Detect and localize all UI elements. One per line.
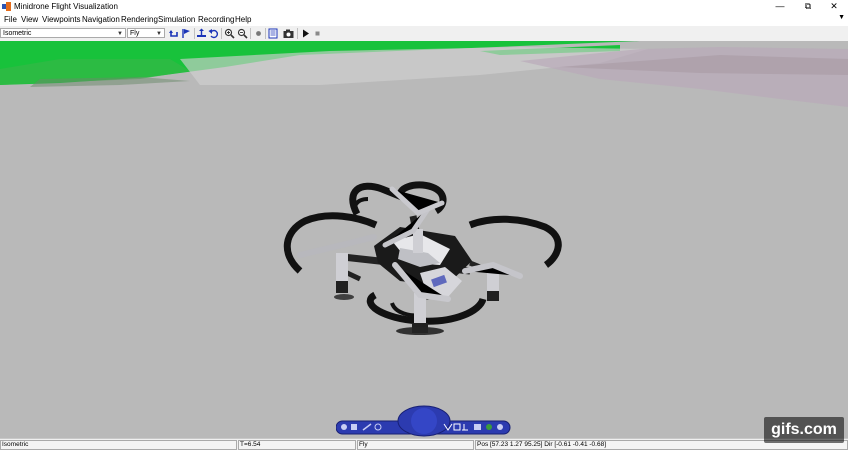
nav-delete-icon[interactable]	[351, 424, 357, 430]
menu-help[interactable]: Help	[235, 15, 251, 24]
viewpoint-select-value: Isometric	[3, 30, 32, 37]
dropdown-arrow-icon: ▼	[156, 31, 162, 37]
play-icon[interactable]	[300, 28, 311, 39]
status-mode: Fly	[357, 440, 474, 450]
menu-recording[interactable]: Recording	[198, 15, 234, 24]
scene-canvas	[0, 41, 848, 335]
minimize-icon[interactable]: —	[766, 0, 794, 13]
watermark-logo: gifs.com	[764, 417, 844, 443]
help-icon[interactable]	[497, 424, 503, 430]
navigation-panel	[336, 405, 511, 437]
undo-icon[interactable]	[208, 28, 219, 39]
menu-navigation[interactable]: Navigation	[82, 15, 120, 24]
menu-viewpoints[interactable]: Viewpoints	[42, 15, 81, 24]
flag-icon[interactable]	[181, 28, 192, 39]
headlight-icon[interactable]	[253, 28, 264, 39]
straighten-icon[interactable]	[196, 28, 207, 39]
viewpoint-select[interactable]: Isometric ▼	[0, 28, 126, 38]
navigation-mode-select[interactable]: Fly ▼	[127, 28, 165, 38]
menu-file[interactable]: File	[4, 15, 17, 24]
nav-viewpoint-icon[interactable]	[486, 424, 492, 430]
navigation-mode-value: Fly	[130, 30, 140, 37]
restore-icon[interactable]: ⧉	[794, 0, 822, 13]
window-title: Minidrone Flight Visualization	[14, 2, 118, 11]
menu-bar: File View Viewpoints Navigation Renderin…	[0, 13, 848, 26]
nav-screen-icon[interactable]	[474, 424, 481, 430]
snapshot-icon[interactable]	[283, 28, 294, 39]
title-bar: Minidrone Flight Visualization — ⧉ ✕	[0, 0, 848, 13]
toolbar: Isometric ▼ Fly ▼	[0, 26, 848, 42]
minidrone-model	[283, 181, 562, 335]
menu-simulation[interactable]: Simulation	[158, 15, 195, 24]
status-viewpoint: Isometric	[0, 440, 237, 450]
record-icon[interactable]	[268, 28, 279, 39]
nav-left-icon[interactable]	[341, 424, 347, 430]
status-bar: Isometric T=6.54 Fly Pos [57.23 1.27 95.…	[0, 438, 848, 450]
menu-view[interactable]: View	[21, 15, 38, 24]
stop-icon[interactable]	[312, 28, 323, 39]
app-icon	[2, 2, 11, 11]
close-icon[interactable]: ✕	[820, 0, 848, 13]
zoom-out-icon[interactable]	[237, 28, 248, 39]
dropdown-arrow-icon: ▼	[117, 31, 123, 37]
chevron-down-icon[interactable]: ▼	[838, 14, 845, 21]
zoom-in-icon[interactable]	[224, 28, 235, 39]
status-time: T=6.54	[238, 440, 356, 450]
3d-viewport[interactable]	[0, 41, 848, 438]
undo-move-icon[interactable]	[169, 28, 180, 39]
menu-rendering[interactable]: Rendering	[121, 15, 158, 24]
